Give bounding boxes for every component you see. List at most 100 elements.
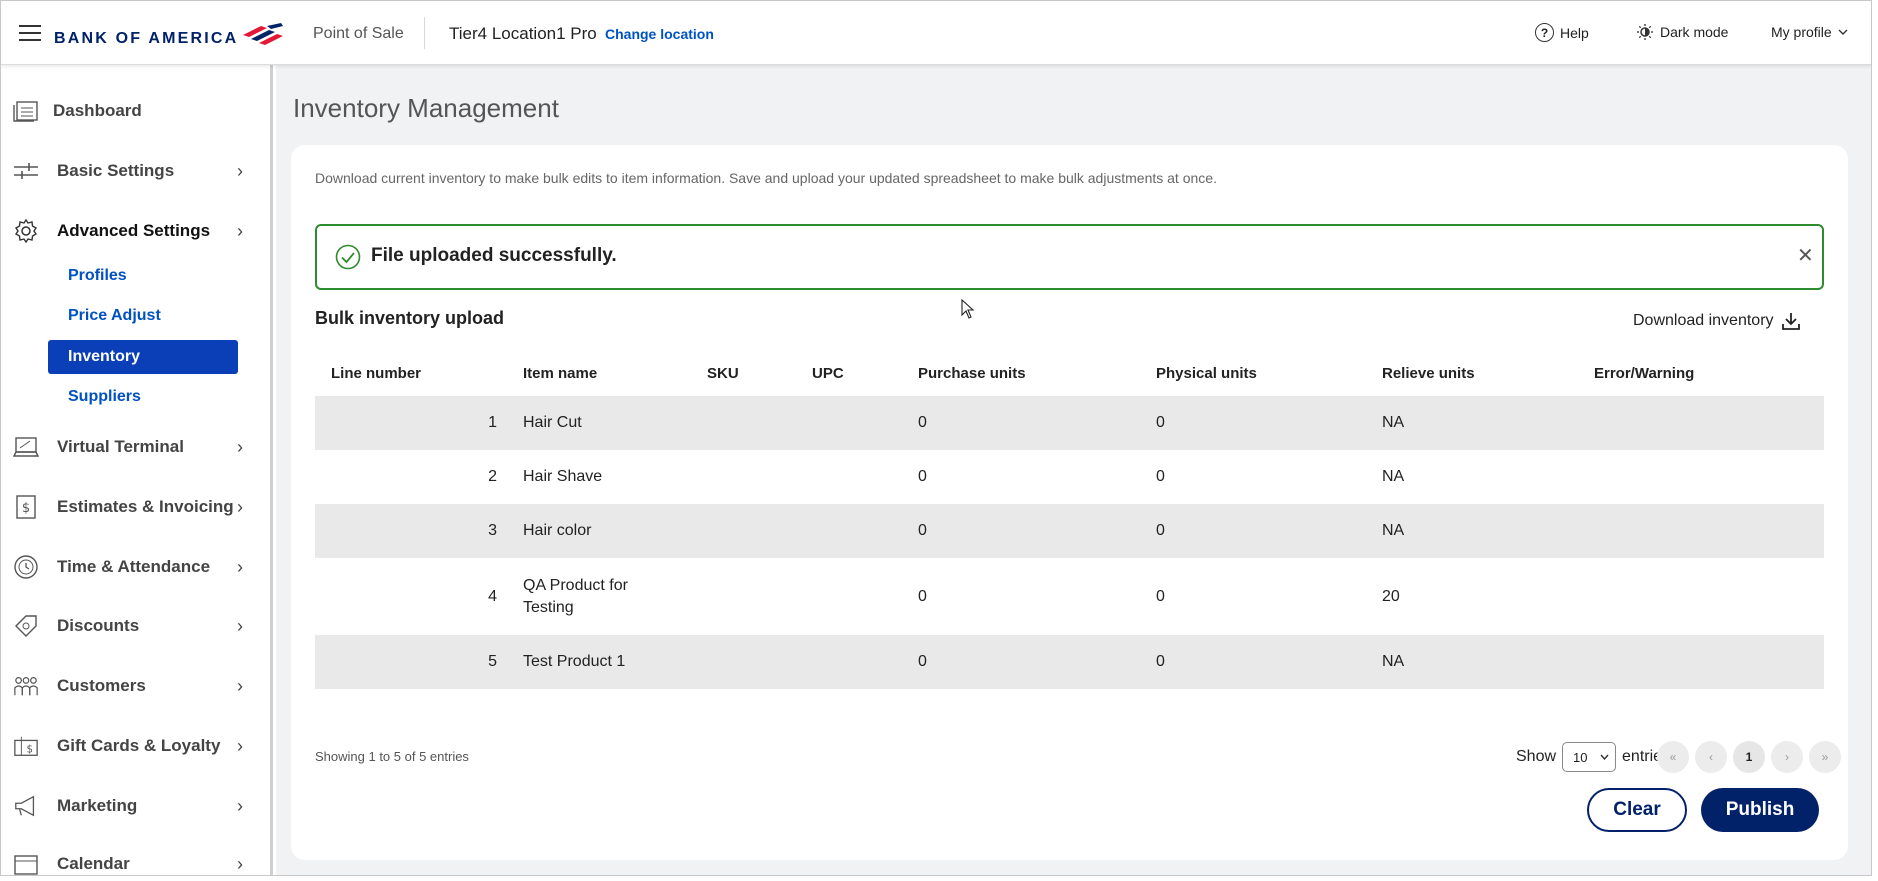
chevron-right-icon: › [237, 496, 243, 517]
next-page-button[interactable]: › [1771, 741, 1803, 773]
cell-error-warning [1594, 635, 1824, 689]
page-description: Download current inventory to make bulk … [315, 170, 1217, 186]
sidebar-item-dashboard[interactable]: Dashboard [1, 91, 263, 131]
download-inventory-button[interactable]: Download inventory [1633, 312, 1800, 330]
cell-upc [812, 396, 918, 450]
cell-physical-units: 0 [1156, 587, 1165, 605]
chevron-right-icon: › [237, 556, 243, 577]
chevron-right-icon: › [237, 675, 243, 696]
sliders-icon [13, 158, 39, 184]
gift-card-icon: $ [13, 733, 39, 759]
laptop-icon [13, 434, 39, 460]
sidebar-item-basic-settings[interactable]: Basic Settings › [1, 151, 263, 191]
calendar-icon [13, 851, 39, 875]
entries-summary: Showing 1 to 5 of 5 entries [315, 749, 469, 764]
cell-purchase-units: 0 [918, 396, 1156, 450]
chevron-right-icon: › [237, 160, 243, 181]
table-header-row: Line number Item name SKU UPC Purchase u… [315, 350, 1824, 396]
dashboard-icon [13, 98, 39, 124]
sidebar-label-dashboard: Dashboard [53, 101, 142, 120]
sidebar-label-calendar: Calendar [57, 854, 130, 873]
invoice-icon: $ [13, 494, 39, 520]
my-profile-menu[interactable]: My profile [1771, 24, 1848, 40]
cell-line-number: 4 [488, 587, 497, 605]
column-header-physical-units: Physical units [1156, 364, 1257, 382]
chevron-right-icon: › [237, 735, 243, 756]
column-header-upc: UPC [812, 364, 844, 382]
sidebar-item-time-attendance[interactable]: Time & Attendance › [1, 547, 263, 587]
sidebar-subitem-profiles[interactable]: Profiles [48, 259, 238, 293]
page-size-control: Show 10 entries [1516, 742, 1670, 772]
product-name: Point of Sale [313, 25, 404, 42]
dark-mode-toggle[interactable]: Dark mode [1636, 23, 1728, 41]
bulk-upload-table: Line number Item name SKU UPC Purchase u… [315, 350, 1824, 689]
mouse-cursor-icon [961, 299, 975, 319]
sidebar-subitem-inventory[interactable]: Inventory [48, 340, 238, 374]
tag-icon [13, 613, 39, 639]
svg-text:$: $ [26, 745, 33, 756]
clear-button[interactable]: Clear [1587, 788, 1687, 832]
cell-error-warning [1594, 504, 1824, 558]
cell-purchase-units: 0 [918, 504, 1156, 558]
current-page-button[interactable]: 1 [1733, 741, 1765, 773]
megaphone-icon [13, 793, 39, 819]
sidebar-label-virtual-terminal: Virtual Terminal [57, 437, 184, 456]
table-row: 3 Hair color 0 0 NA [315, 504, 1824, 558]
sidebar-item-discounts[interactable]: Discounts › [1, 606, 263, 646]
cell-relieve-units: NA [1382, 468, 1405, 485]
sidebar-label-time-attendance: Time & Attendance [57, 557, 211, 576]
cell-sku [707, 504, 812, 558]
cell-sku [707, 558, 812, 635]
chevron-down-icon [1600, 754, 1609, 760]
cell-relieve-units: NA [1382, 504, 1594, 558]
cell-line-number: 5 [315, 635, 523, 689]
first-page-button[interactable]: « [1657, 741, 1689, 773]
chevron-right-icon: › [237, 795, 243, 816]
sidebar-subitem-suppliers[interactable]: Suppliers [48, 380, 238, 414]
table-row: 1 Hair Cut 0 0 NA [315, 396, 1824, 450]
chevron-right-icon: › [237, 436, 243, 457]
page-title: Inventory Management [293, 93, 559, 123]
chevron-down-icon [1838, 29, 1848, 35]
table-row: 4 QA Product for Testing 0 0 20 [315, 558, 1824, 635]
publish-button[interactable]: Publish [1701, 788, 1819, 832]
sidebar-item-virtual-terminal[interactable]: Virtual Terminal › [1, 427, 263, 467]
sidebar-item-calendar[interactable]: Calendar › [1, 844, 263, 875]
clock-icon [13, 554, 39, 580]
cell-line-number: 2 [488, 468, 497, 485]
cell-relieve-units: 20 [1382, 587, 1400, 605]
page-size-select[interactable]: 10 [1562, 742, 1617, 772]
sidebar-label-advanced-settings: Advanced Settings [57, 221, 211, 240]
column-header-purchase-units: Purchase units [918, 364, 1026, 382]
sidebar-item-gift-cards-loyalty[interactable]: $ Gift Cards & Loyalty › [1, 726, 263, 766]
my-profile-label: My profile [1771, 24, 1832, 40]
column-header-item-name: Item name [523, 364, 598, 382]
cell-purchase-units: 0 [918, 587, 927, 605]
sidebar-item-marketing[interactable]: Marketing › [1, 786, 263, 826]
cell-error-warning [1594, 396, 1824, 450]
cell-physical-units: 0 [1156, 468, 1165, 485]
prev-page-button[interactable]: ‹ [1695, 741, 1727, 773]
sidebar-subitem-price-adjust[interactable]: Price Adjust [48, 299, 238, 333]
sidebar-label-basic-settings: Basic Settings [57, 161, 175, 180]
cell-upc [812, 635, 918, 689]
sidebar-item-customers[interactable]: Customers › [1, 666, 263, 706]
menu-icon[interactable] [19, 25, 41, 41]
chevron-right-icon: › [237, 220, 243, 241]
sidebar-item-advanced-settings[interactable]: Advanced Settings › [1, 211, 263, 251]
brand-flag-icon [243, 23, 283, 45]
change-location-link[interactable]: Change location [605, 26, 714, 42]
sidebar-label-marketing: Marketing [57, 796, 138, 815]
help-button[interactable]: ? Help [1535, 23, 1589, 42]
success-message: File uploaded successfully. [371, 245, 617, 266]
table-row: 2 Hair Shave 0 0 NA [315, 450, 1824, 504]
sidebar-item-estimates-invoicing[interactable]: $ Estimates & Invoicing › [1, 487, 263, 527]
cell-error-warning [1594, 450, 1824, 504]
cell-item-name: Test Product 1 [523, 635, 707, 689]
last-page-button[interactable]: » [1809, 741, 1841, 773]
svg-text:$: $ [22, 501, 30, 516]
check-circle-icon [335, 244, 361, 270]
download-icon [1781, 313, 1800, 330]
question-icon: ? [1535, 23, 1554, 42]
close-icon[interactable]: ✕ [1797, 243, 1814, 268]
